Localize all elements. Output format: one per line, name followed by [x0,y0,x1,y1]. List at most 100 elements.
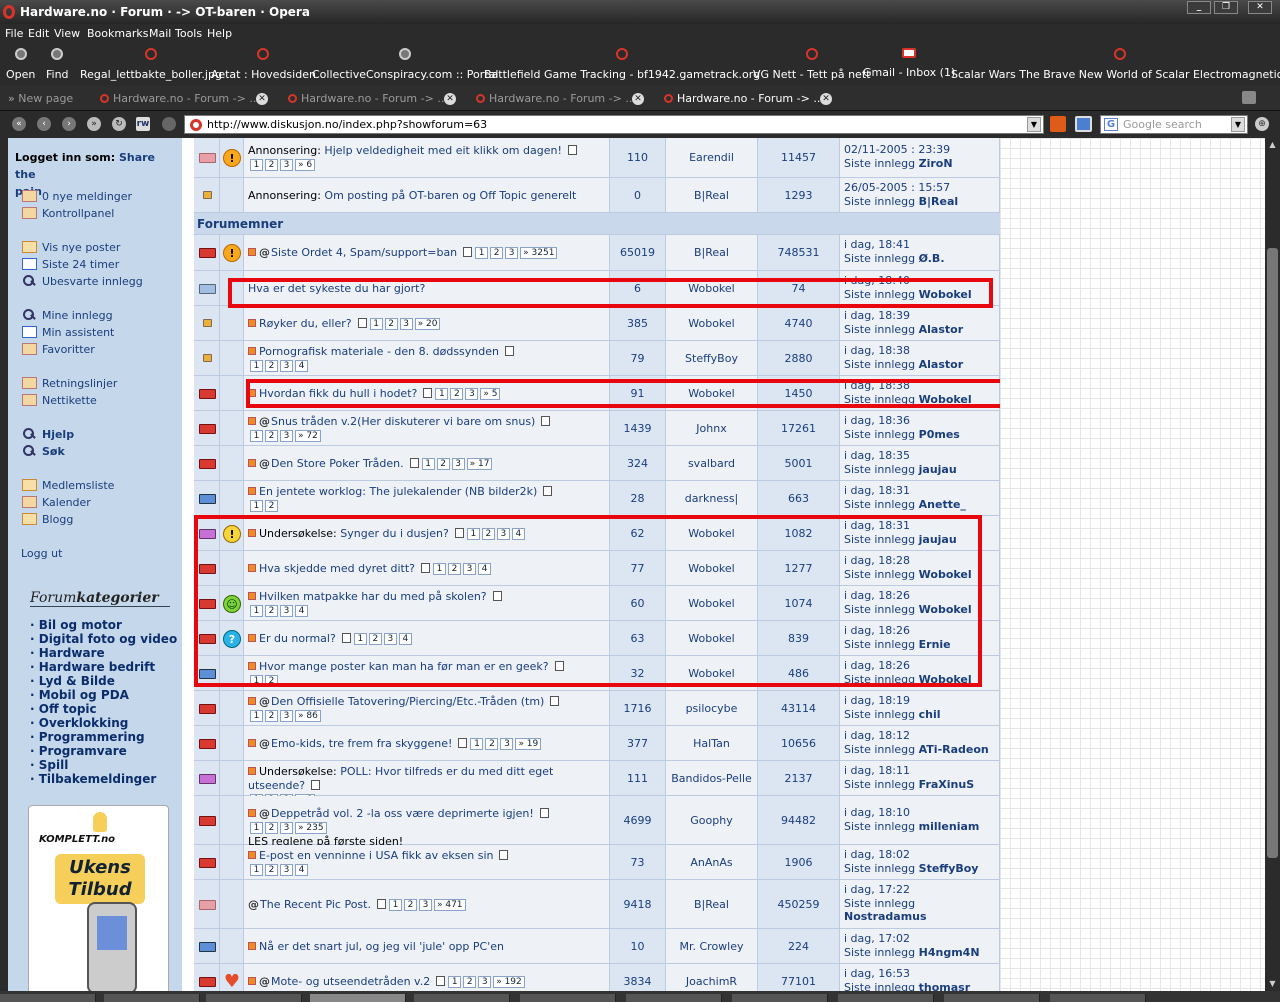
close-tab-icon[interactable]: ✕ [256,93,268,105]
topic-author[interactable]: Johnx [666,422,757,435]
page-link[interactable]: 4 [295,605,308,617]
link-new-posts[interactable]: Vis nye poster [22,241,120,254]
link-unanswered[interactable]: Ubesvarte innlegg [22,275,143,288]
new-posts-icon[interactable] [248,417,256,425]
page-link[interactable]: 3 [500,738,514,750]
page-link[interactable]: 3 [399,318,413,330]
last-post-label[interactable]: Siste innlegg [844,673,915,686]
page-link[interactable]: 2 [436,458,450,470]
menu-edit[interactable]: Edit [28,27,49,40]
last-post-label[interactable]: Siste innlegg [844,743,915,756]
link-my-assistant[interactable]: Min assistent [22,326,114,339]
taskbar-item[interactable] [1050,994,1146,1002]
last-post-label[interactable]: Siste innlegg [844,862,915,875]
last-post-label[interactable]: Siste innlegg [844,778,915,791]
forward-icon[interactable]: › [62,117,76,131]
page-link[interactable]: 2 [481,528,495,540]
last-poster-link[interactable]: Wobokel [919,673,972,686]
page-link[interactable]: 1 [250,822,263,834]
bookmark-collectiveconspiracy[interactable]: CollectiveConspiracy.com :: Portal [312,48,498,81]
wand-icon[interactable]: rw [136,117,150,131]
menu-view[interactable]: View [54,27,80,40]
page-link[interactable]: » 5 [480,388,501,400]
topic-title-link[interactable]: Den Store Poker Tråden. [271,457,404,470]
last-poster-link[interactable]: Alastor [919,358,964,371]
reply-count[interactable]: 111 [610,772,665,785]
last-poster-link[interactable]: Wobokel [919,568,972,581]
last-post-label[interactable]: Siste innlegg [844,195,915,208]
topic-title-link[interactable]: Hvor mange poster kan man ha før man er … [259,660,549,673]
taskbar-item[interactable] [520,994,616,1002]
page-link[interactable]: » 6 [295,159,316,171]
page-scrollbar[interactable]: ▲ ▼ [1265,138,1280,991]
topic-author[interactable]: HalTan [666,737,757,750]
category-link[interactable]: · Spill [30,758,68,772]
page-link[interactable]: 3 [280,822,293,834]
last-poster-link[interactable]: Wobokel [919,288,972,301]
last-post-label[interactable]: Siste innlegg [844,252,915,265]
taskbar-item[interactable] [944,994,1040,1002]
page-link[interactable]: 1 [388,899,402,911]
new-posts-icon[interactable] [248,662,256,670]
menu-file[interactable]: File [5,27,23,40]
page-link[interactable]: 2 [265,675,278,687]
reply-count[interactable]: 0 [610,189,665,202]
topic-title-link[interactable]: Røyker du, eller? [259,317,352,330]
topic-title-link[interactable]: Hvordan fikk du hull i hodet? [259,387,417,400]
topic-title-link[interactable]: Mote- og utseendetråden v.2 [271,975,430,988]
page-link[interactable]: 3 [383,633,397,645]
page-link[interactable]: 3 [478,976,492,988]
topic-title-link[interactable]: Emo-kids, tre frem fra skyggene! [271,737,452,750]
menu-tools[interactable]: Tools [175,27,202,40]
page-link[interactable]: » 471 [433,899,466,911]
topic-title-link[interactable]: Nå er det snart jul, og jeg vil 'jule' o… [259,940,504,953]
topic-title-link[interactable]: Er du normal? [259,632,336,645]
new-posts-icon[interactable] [248,487,256,495]
link-calendar[interactable]: Kalender [22,496,91,509]
topic-title-link[interactable]: Hjelp veldedigheit med eit klikk om dage… [324,144,561,157]
topic-title-link[interactable]: Siste Ordet 4, Spam/support=ban [271,246,457,259]
topic-author[interactable]: svalbard [666,457,757,470]
last-poster-link[interactable]: Wobokel [919,603,972,616]
topic-title-link[interactable]: Pornografisk materiale - den 8. dødssynd… [259,345,499,358]
photo-icon[interactable] [1075,116,1092,132]
topic-title-link[interactable]: Om posting på OT-baren og Off Topic gene… [324,189,576,202]
new-posts-icon[interactable] [248,529,256,537]
topic-title-link[interactable]: Deppetråd vol. 2 -la oss være deprimerte… [271,807,534,820]
last-post-label[interactable]: Siste innlegg [844,603,915,616]
reply-count[interactable]: 79 [610,352,665,365]
page-link[interactable]: 2 [265,430,278,442]
bookmark-find[interactable]: Find [46,48,69,81]
reply-count[interactable]: 73 [610,856,665,869]
category-link[interactable]: · Hardware [30,646,105,660]
page-link[interactable]: 3 [280,864,293,876]
last-poster-link[interactable]: Ø.B. [919,252,945,265]
topic-title-link[interactable]: E-post en venninne i USA fikk av eksen s… [259,849,493,862]
topic-author[interactable]: Wobokel [666,387,757,400]
last-post-label[interactable]: Siste innlegg [844,157,915,170]
close-tab-icon[interactable]: ✕ [444,93,456,105]
reply-count[interactable]: 385 [610,317,665,330]
trash-icon[interactable] [1242,91,1256,104]
last-post-label[interactable]: Siste innlegg [844,638,915,651]
reply-count[interactable]: 91 [610,387,665,400]
reply-count[interactable]: 65019 [610,246,665,259]
page-link[interactable]: 1 [250,500,263,512]
topic-author[interactable]: Wobokel [666,562,757,575]
last-poster-link[interactable]: SteffyBoy [919,862,979,875]
back-one-icon[interactable]: ‹ [37,117,51,131]
topic-author[interactable]: Wobokel [666,632,757,645]
taskbar-item[interactable] [206,994,302,1002]
page-link[interactable]: 2 [265,822,278,834]
reply-count[interactable]: 377 [610,737,665,750]
new-posts-icon[interactable] [248,809,256,817]
tab-forum-3[interactable]: Hardware.no - Forum -> ... ✕ [476,89,644,109]
topic-author[interactable]: Wobokel [666,667,757,680]
reply-count[interactable]: 324 [610,457,665,470]
page-link[interactable]: 2 [403,899,417,911]
page-link[interactable]: 2 [265,159,278,171]
last-poster-link[interactable]: FraXinuS [919,778,975,791]
reply-count[interactable]: 4699 [610,814,665,827]
link-last-24h[interactable]: Siste 24 timer [22,258,119,271]
page-link[interactable]: 2 [265,500,278,512]
